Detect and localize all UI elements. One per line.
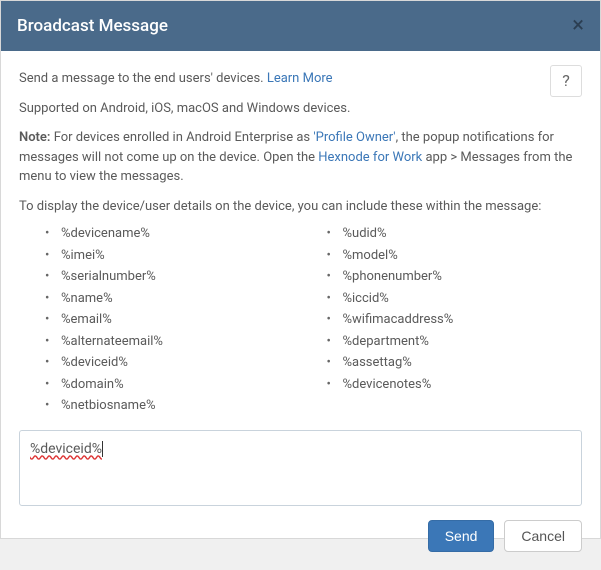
dialog-footer: Send Cancel: [1, 506, 600, 570]
list-item: %domain%: [39, 375, 301, 395]
list-item: %devicenotes%: [321, 375, 583, 395]
broadcast-message-dialog: Broadcast Message × ? Send a message to …: [0, 0, 601, 539]
placeholders-right-column: %udid% %model% %phonenumber% %iccid% %wi…: [301, 224, 583, 418]
note-label: Note:: [19, 130, 50, 145]
list-item: %imei%: [39, 246, 301, 266]
profile-owner-text: 'Profile Owner': [313, 130, 395, 145]
note-text: Note: For devices enrolled in Android En…: [19, 128, 582, 187]
dialog-body: ? Send a message to the end users' devic…: [1, 51, 600, 506]
list-item: %wifimacaddress%: [321, 310, 583, 330]
list-item: %deviceid%: [39, 353, 301, 373]
list-item: %serialnumber%: [39, 267, 301, 287]
list-item: %assettag%: [321, 353, 583, 373]
list-item: %email%: [39, 310, 301, 330]
list-item: %department%: [321, 332, 583, 352]
list-item: %alternateemail%: [39, 332, 301, 352]
list-item: %name%: [39, 289, 301, 309]
supported-devices-text: Supported on Android, iOS, macOS and Win…: [19, 99, 582, 119]
hexnode-for-work-link[interactable]: Hexnode for Work: [318, 150, 422, 165]
list-item: %netbiosname%: [39, 396, 301, 416]
placeholders-left-column: %devicename% %imei% %serialnumber% %name…: [19, 224, 301, 418]
list-item: %devicename%: [39, 224, 301, 244]
dialog-title: Broadcast Message: [17, 16, 168, 36]
help-button[interactable]: ?: [550, 65, 582, 97]
close-icon[interactable]: ×: [572, 15, 584, 37]
placeholders-intro: To display the device/user details on th…: [19, 197, 582, 217]
cancel-button[interactable]: Cancel: [504, 520, 582, 552]
message-input[interactable]: %deviceid%: [19, 430, 582, 506]
placeholders-list: %devicename% %imei% %serialnumber% %name…: [19, 224, 582, 418]
list-item: %model%: [321, 246, 583, 266]
send-button[interactable]: Send: [428, 520, 495, 552]
help-icon: ?: [562, 69, 570, 93]
list-item: %phonenumber%: [321, 267, 583, 287]
intro-text: Send a message to the end users' devices…: [19, 69, 582, 89]
learn-more-link[interactable]: Learn More: [267, 71, 333, 86]
list-item: %iccid%: [321, 289, 583, 309]
text-caret: [102, 441, 103, 457]
dialog-header: Broadcast Message ×: [1, 1, 600, 51]
list-item: %udid%: [321, 224, 583, 244]
